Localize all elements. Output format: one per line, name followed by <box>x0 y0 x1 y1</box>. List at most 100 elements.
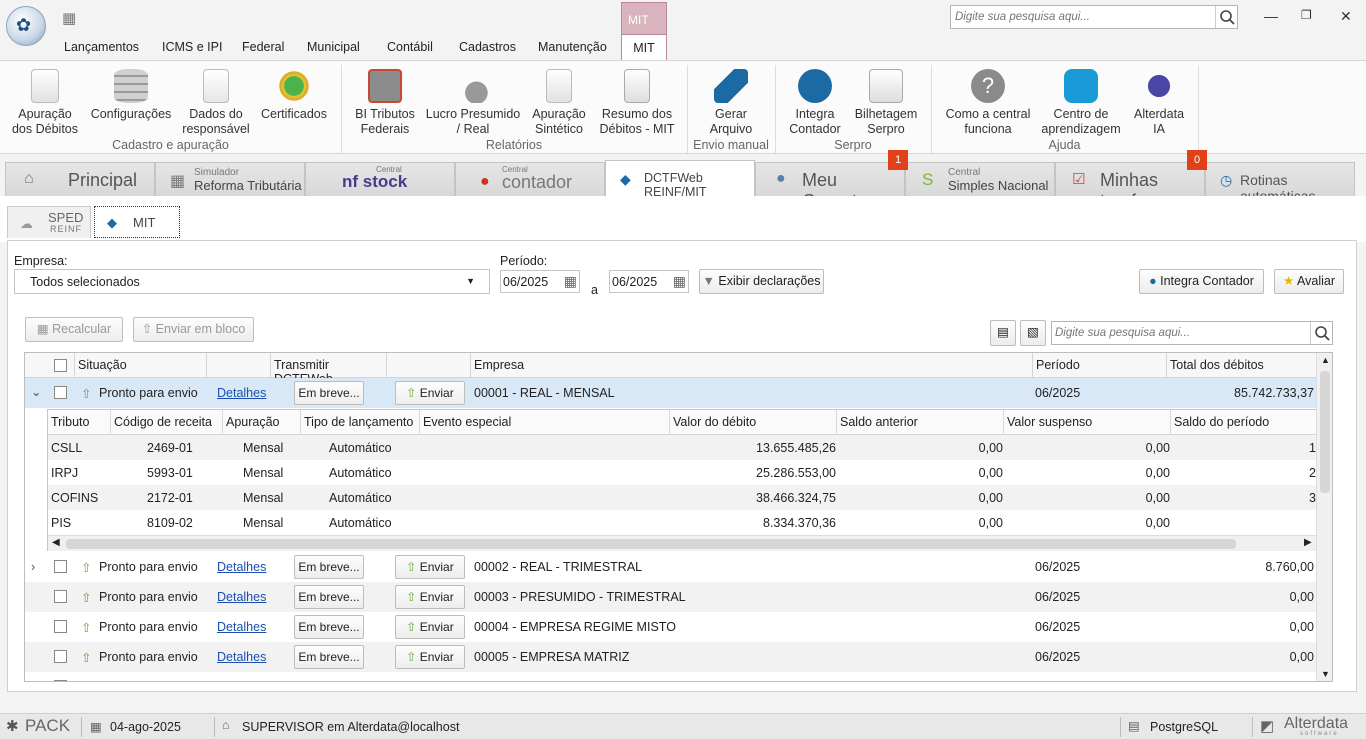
search-icon[interactable] <box>1310 322 1332 344</box>
restore-icon[interactable]: ❐ <box>1301 8 1312 22</box>
detail-row[interactable]: IRPJ 5993-01 Mensal Automático 25.286.55… <box>48 460 1316 485</box>
certificados-button[interactable]: Certificados <box>258 69 330 122</box>
tab-meu-gerente[interactable]: ●Meu Gerente <box>755 162 905 211</box>
menu-municipal[interactable]: Municipal <box>307 40 360 54</box>
scroll-thumb[interactable] <box>1320 371 1330 493</box>
tab-rotinas[interactable]: ◷Rotinas automáticas <box>1205 162 1355 204</box>
row-checkbox[interactable] <box>54 386 67 399</box>
menu-manutencao[interactable]: Manutenção <box>538 40 607 54</box>
close-icon[interactable]: ✕ <box>1340 8 1352 25</box>
em-breve-button[interactable]: Em breve... <box>294 615 364 639</box>
calculator-icon[interactable]: ▦ <box>62 9 76 27</box>
scroll-up-icon[interactable]: ▲ <box>1321 355 1330 365</box>
detail-header-saldo-anterior[interactable]: Saldo anterior <box>837 410 1004 435</box>
detalhes-link[interactable]: Detalhes <box>217 650 266 664</box>
periodo-to-input[interactable]: 06/2025 ▦ <box>609 270 689 293</box>
enviar-button[interactable]: ⇧ Enviar <box>395 555 465 579</box>
header-transmitir[interactable]: Transmitir DCTFWeb <box>271 353 387 386</box>
lucro-presumido-button[interactable]: Lucro Presumido / Real <box>424 69 522 137</box>
table-row[interactable]: ⇧ Pronto para envio Detalhes Em breve...… <box>25 612 1316 642</box>
bilhetagem-serpro-button[interactable]: Bilhetagem Serpro <box>852 69 920 137</box>
row-checkbox[interactable] <box>54 650 67 663</box>
enviar-button[interactable]: ⇧ Enviar <box>395 645 465 669</box>
tab-simples[interactable]: S Central Simples Nacional <box>905 162 1055 196</box>
tab-principal[interactable]: ⌂ Principal <box>5 162 155 196</box>
como-central-funciona-button[interactable]: ? Como a central funciona <box>942 69 1034 137</box>
enviar-button[interactable]: ⇧ Enviar <box>395 381 465 405</box>
detail-header-tipo[interactable]: Tipo de lançamento <box>301 410 420 435</box>
header-situacao[interactable]: Situação <box>75 353 207 378</box>
tab-nfstock[interactable]: Central nf stock <box>305 162 455 196</box>
enviar-button[interactable]: ⇧ Enviar <box>395 585 465 609</box>
resumo-debitos-button[interactable]: Resumo dos Débitos - MIT <box>596 69 678 137</box>
configuracoes-button[interactable]: Configurações <box>88 69 174 122</box>
subtab-mit[interactable]: ◆ MIT <box>94 206 180 238</box>
menu-mit[interactable]: MIT <box>621 34 667 60</box>
minimize-icon[interactable]: — <box>1264 8 1278 24</box>
row-checkbox[interactable] <box>54 680 67 681</box>
expand-icon[interactable]: › <box>31 560 35 574</box>
calendar-icon[interactable]: ▦ <box>564 273 577 290</box>
detail-header-tributo[interactable]: Tributo <box>48 410 111 435</box>
menu-contabil[interactable]: Contábil <box>387 40 433 54</box>
detail-header-evento[interactable]: Evento especial <box>420 410 670 435</box>
em-breve-button[interactable]: Em breve... <box>294 645 364 669</box>
app-logo[interactable]: ✿ <box>6 6 46 46</box>
detail-header-valor[interactable]: Valor do débito <box>670 410 837 435</box>
recalcular-button[interactable]: ▦ Recalcular <box>25 317 123 342</box>
scroll-right-icon[interactable]: ▶ <box>1304 537 1312 548</box>
tab-contador[interactable]: ● Central contador <box>455 162 605 196</box>
alterdata-ia-button[interactable]: Alterdata IA <box>1128 69 1190 137</box>
detail-header-apuracao[interactable]: Apuração <box>223 410 301 435</box>
dados-responsavel-button[interactable]: Dados do responsável <box>180 69 252 137</box>
enviar-bloco-button[interactable]: ⇧ Enviar em bloco <box>133 317 254 342</box>
detail-header-codigo[interactable]: Código de receita <box>111 410 223 435</box>
integra-contador-small-button[interactable]: ● Integra Contador <box>1139 269 1264 294</box>
bi-tributos-button[interactable]: BI Tributos Federais <box>350 69 420 137</box>
integra-contador-button[interactable]: Integra Contador <box>784 69 846 137</box>
scroll-thumb[interactable] <box>66 539 1236 549</box>
em-breve-button[interactable]: Em breve... <box>294 555 364 579</box>
apuracao-debitos-button[interactable]: Apuração dos Débitos <box>8 69 82 137</box>
detail-row[interactable]: COFINS 2172-01 Mensal Automático 38.466.… <box>48 485 1316 510</box>
detalhes-link[interactable]: Detalhes <box>217 386 266 400</box>
menu-lancamentos[interactable]: Lançamentos <box>64 40 139 54</box>
detalhes-link[interactable]: Detalhes <box>217 620 266 634</box>
grid-vertical-scrollbar[interactable]: ▲ ▼ <box>1316 353 1332 681</box>
subtab-sped-reinf[interactable]: ☁ SPED REINF <box>7 206 91 238</box>
row-checkbox[interactable] <box>54 590 67 603</box>
detalhes-link[interactable]: Detalhes <box>217 590 266 604</box>
centro-aprendizagem-button[interactable]: Centro de aprendizagem <box>1040 69 1122 137</box>
scroll-down-icon[interactable]: ▼ <box>1321 669 1330 679</box>
header-periodo[interactable]: Período <box>1033 353 1167 378</box>
scroll-left-icon[interactable]: ◀ <box>52 537 60 548</box>
search-icon[interactable] <box>1215 6 1237 28</box>
export-icon[interactable]: ▤ <box>990 320 1016 346</box>
table-row[interactable]: ⌄ ⇧ Pronto para envio Detalhes Em breve.… <box>25 378 1316 408</box>
apuracao-sintetico-button[interactable]: Apuração Sintético <box>528 69 590 137</box>
menu-icms-ipi[interactable]: ICMS e IPI <box>162 40 222 54</box>
em-breve-button[interactable]: Em breve... <box>294 585 364 609</box>
table-row[interactable]: › ⇧ Pronto para envio Detalhes Em breve.… <box>25 552 1316 582</box>
em-breve-button[interactable]: Em breve... <box>294 381 364 405</box>
tab-simulador[interactable]: ▦ Simulador Reforma Tributária <box>155 162 305 196</box>
calendar-icon[interactable]: ▦ <box>673 273 686 290</box>
avaliar-button[interactable]: ★ Avaliar <box>1274 269 1344 294</box>
row-checkbox[interactable] <box>54 620 67 633</box>
menu-federal[interactable]: Federal <box>242 40 284 54</box>
select-icon[interactable]: ▧ <box>1020 320 1046 346</box>
detail-header-saldo-periodo[interactable]: Saldo do período <box>1171 410 1316 435</box>
collapse-icon[interactable]: ⌄ <box>31 384 41 399</box>
select-all-checkbox[interactable] <box>54 359 67 372</box>
empresa-select[interactable]: Todos selecionados ▼ <box>14 269 490 294</box>
table-row[interactable]: ⇧ Pronto para envio Detalhes Em breve...… <box>25 642 1316 672</box>
enviar-button[interactable]: ⇧ Enviar <box>395 615 465 639</box>
header-empresa[interactable]: Empresa <box>471 353 1033 378</box>
header-total[interactable]: Total dos débitos <box>1167 353 1317 378</box>
exibir-declaracoes-button[interactable]: ▼ Exibir declarações <box>699 269 824 294</box>
gerar-arquivo-button[interactable]: Gerar Arquivo <box>696 69 766 137</box>
menu-cadastros[interactable]: Cadastros <box>459 40 516 54</box>
tab-dctfweb[interactable]: ◆ DCTFWeb REINF/MIT <box>605 160 755 199</box>
grid-search-input[interactable] <box>1052 322 1307 344</box>
detalhes-link[interactable]: Detalhes <box>217 560 266 574</box>
